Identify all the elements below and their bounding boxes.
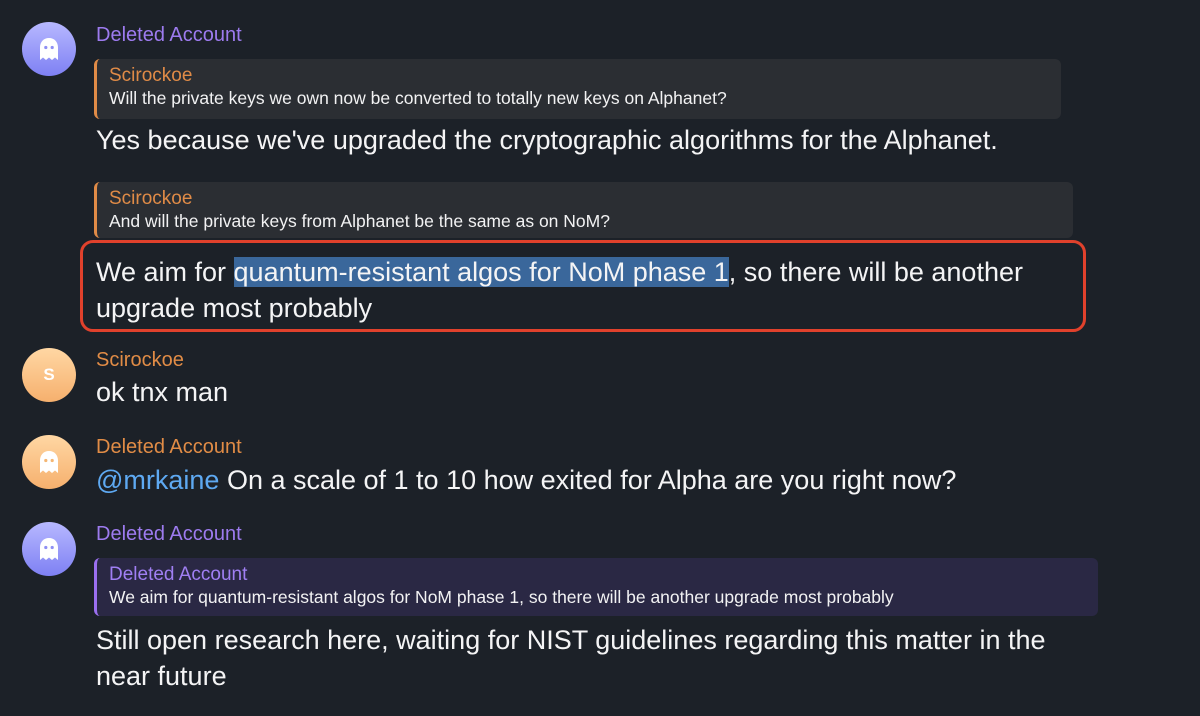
message-text: ok tnx man <box>96 377 229 407</box>
message-text: Still open research here, waiting for NI… <box>96 625 1046 655</box>
message-body: On a scale of 1 to 10 how exited for Alp… <box>219 465 957 495</box>
avatar-initial: S <box>43 365 55 384</box>
message-text-line2: near future <box>96 661 227 691</box>
reply-quote[interactable]: Scirockoe And will the private keys from… <box>94 182 1073 238</box>
ghost-icon <box>40 38 58 60</box>
reply-author: Scirockoe <box>109 65 193 86</box>
message-author[interactable]: Deleted Account <box>96 523 242 546</box>
avatar[interactable] <box>22 522 76 576</box>
message-author[interactable]: Scirockoe <box>96 349 184 372</box>
ghost-icon <box>40 451 58 473</box>
reply-text: Will the private keys we own now be conv… <box>109 88 727 108</box>
avatar[interactable] <box>22 22 76 76</box>
highlight-outline <box>80 240 1086 332</box>
message-text: @mrkaine On a scale of 1 to 10 how exite… <box>96 462 956 498</box>
ghost-icon <box>40 538 58 560</box>
reply-quote[interactable]: Scirockoe Will the private keys we own n… <box>94 59 1061 119</box>
message-author[interactable]: Deleted Account <box>96 24 242 47</box>
reply-text: We aim for quantum-resistant algos for N… <box>109 587 894 607</box>
avatar[interactable]: S <box>22 348 76 402</box>
message-author[interactable]: Deleted Account <box>96 436 242 459</box>
message-text: Yes because we've upgraded the cryptogra… <box>96 125 998 155</box>
reply-author: Deleted Account <box>109 564 248 585</box>
reply-quote[interactable]: Deleted Account We aim for quantum-resis… <box>94 558 1098 616</box>
reply-author: Scirockoe <box>109 188 193 209</box>
avatar[interactable] <box>22 435 76 489</box>
mention-link[interactable]: @mrkaine <box>96 465 219 495</box>
reply-text: And will the private keys from Alphanet … <box>109 211 610 231</box>
